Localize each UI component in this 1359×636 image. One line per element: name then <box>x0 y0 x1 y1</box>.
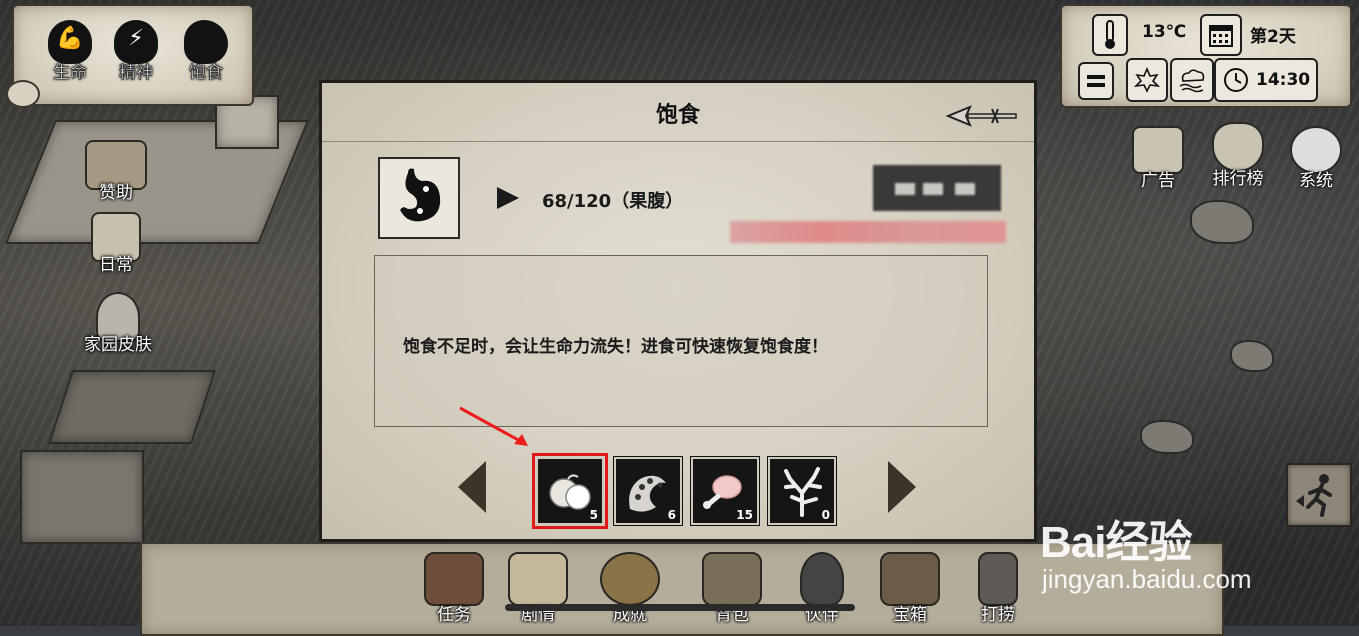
watermark-url: jingyan.baidu.com <box>1042 564 1252 594</box>
menu-item-treasure[interactable]: 宝箱 <box>872 552 948 625</box>
food-count: 15 <box>736 508 753 522</box>
menu-item-leaderboard[interactable]: 排行榜 <box>1198 122 1278 189</box>
sidebar-item-label: 赞助 <box>99 183 133 203</box>
food-slot-meat[interactable]: 15 <box>690 456 760 526</box>
menu-item-label: 系统 <box>1299 171 1333 191</box>
next-arrow-button[interactable] <box>888 461 916 513</box>
stat-satiety[interactable]: 饱食 <box>176 20 236 83</box>
baidu-watermark: Bai经验 jingyan.baidu.com <box>1040 506 1252 594</box>
menu-item-label: 广告 <box>1141 171 1175 191</box>
food-count: 0 <box>821 508 830 522</box>
annotation-arrow <box>459 406 528 446</box>
cloud-icon <box>1170 58 1214 102</box>
rock <box>1140 420 1194 454</box>
food-count: 6 <box>667 508 676 522</box>
sidebar-item-daily[interactable]: 日常 <box>66 212 166 275</box>
description-text: 饱食不足时，会让生命力流失！进食可快速恢复饱食度！ <box>403 337 828 357</box>
menu-icon[interactable] <box>1078 62 1114 100</box>
lightning-head-icon: ⚡ <box>114 20 158 64</box>
home-indicator[interactable] <box>505 604 855 611</box>
sidebar-item-sponsor[interactable]: 赞助 <box>66 140 166 203</box>
dialog-header: 饱食 <box>322 83 1034 142</box>
menu-item-ads[interactable]: 广告 <box>1118 126 1198 191</box>
sidebar-item-home-skin[interactable]: 家园皮肤 <box>68 292 168 355</box>
stomach-icon <box>400 168 441 222</box>
time-text: 14:30 <box>1256 70 1311 90</box>
map-scroll-icon <box>508 552 568 606</box>
thermometer-icon <box>1092 14 1128 56</box>
backpack-icon <box>702 552 762 606</box>
leaf-icon <box>1126 58 1168 102</box>
clock-display: 14:30 <box>1214 58 1318 102</box>
menu-item-salvage[interactable]: 打捞 <box>960 552 1036 625</box>
temperature-text: 13℃ <box>1142 22 1187 42</box>
menu-item-label: 任务 <box>437 605 471 625</box>
menu-item-label: 宝箱 <box>893 605 927 625</box>
medal-icon <box>600 552 660 606</box>
close-button[interactable] <box>945 103 1020 129</box>
stat-health[interactable]: 💪 生命 <box>40 20 100 83</box>
sidebar-item-label: 家园皮肤 <box>84 335 152 355</box>
menu-item-companions[interactable]: 伙伴 <box>784 552 860 625</box>
menu-item-tasks[interactable]: 任务 <box>416 552 492 625</box>
sidebar-item-label: 日常 <box>99 255 133 275</box>
redacted-area <box>873 165 1001 211</box>
watermark-brand: Bai经验 <box>1040 518 1192 567</box>
running-man-icon <box>1296 474 1332 517</box>
calendar-icon <box>1200 14 1242 56</box>
menu-item-backpack[interactable]: 背包 <box>694 552 770 625</box>
food-slot-coconut[interactable]: 5 <box>532 453 608 529</box>
menu-item-story[interactable]: 剧情 <box>500 552 576 625</box>
penguin-icon <box>800 552 844 606</box>
satiety-value: 68/120（果腹） <box>542 191 684 212</box>
menu-item-system[interactable]: 系统 <box>1276 126 1356 191</box>
food-slot-coral[interactable]: 0 <box>767 456 837 526</box>
muscle-icon: 💪 <box>48 20 92 64</box>
book-icon <box>424 552 484 606</box>
grappling-hook-icon <box>978 552 1018 606</box>
day-text: 第2天 <box>1250 27 1296 47</box>
dialog-title: 饱食 <box>655 103 700 128</box>
menu-item-achievements[interactable]: 成就 <box>592 552 668 625</box>
redacted-bar <box>730 221 1006 243</box>
menu-item-label: 排行榜 <box>1212 169 1264 189</box>
treasure-chest-icon <box>880 552 940 606</box>
play-arrow-icon <box>497 187 519 209</box>
food-count: 5 <box>589 508 598 522</box>
status-panel: 💪 生命 ⚡ 精神 饱食 <box>6 4 254 108</box>
prev-arrow-button[interactable] <box>458 461 486 513</box>
stat-spirit[interactable]: ⚡ 精神 <box>106 20 166 83</box>
spear-close-icon <box>945 105 1017 127</box>
weather-panel: 13℃ 第2天 14:30 <box>1060 4 1352 108</box>
menu-item-label: 打捞 <box>981 605 1015 625</box>
rock <box>1190 200 1254 244</box>
dock-platform <box>47 370 217 444</box>
food-slot-tentacle[interactable]: 6 <box>613 456 683 526</box>
stomach-icon <box>184 20 228 64</box>
workbench <box>20 450 144 544</box>
run-exit-button[interactable] <box>1286 463 1352 527</box>
description-box: 饱食不足时，会让生命力流失！进食可快速恢复饱食度！ <box>374 255 988 427</box>
rock <box>1230 340 1274 372</box>
scroll-curl <box>6 80 40 108</box>
satiety-dialog: 饱食 68/120（果腹） 饱食不足时，会让生命力流失！进食可快速恢复饱食度！ <box>319 80 1037 542</box>
clock-icon <box>1224 68 1248 92</box>
satiety-icon-frame <box>378 157 460 239</box>
